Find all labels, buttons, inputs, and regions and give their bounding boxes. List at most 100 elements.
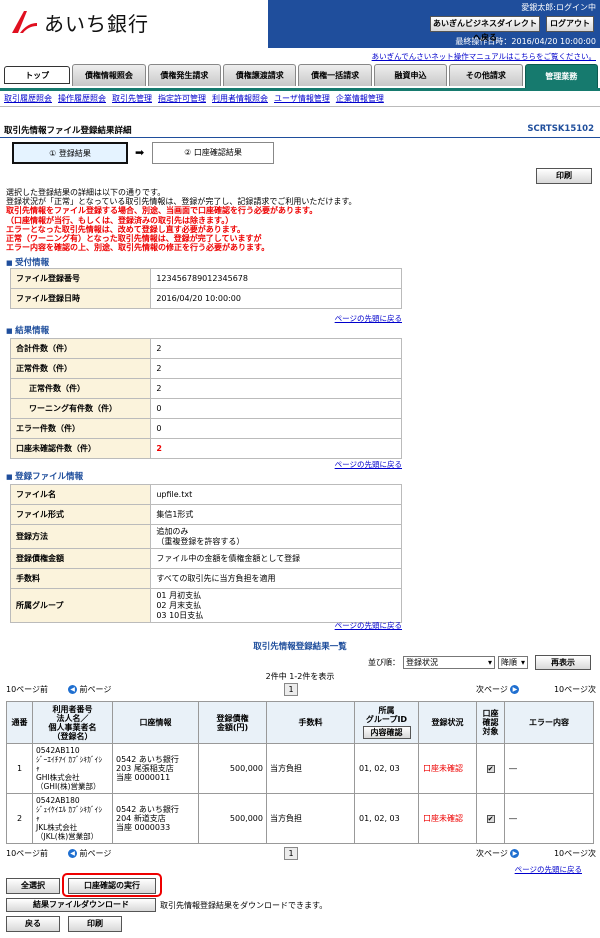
next-page-link[interactable]: 次ページ — [476, 849, 508, 858]
value-amount: ファイル中の金額を債権金額として登録 — [150, 548, 402, 569]
warning-line: エラー内容を確認の上、別途、取引先情報の修正を行う必要があります。 — [6, 243, 270, 253]
account: 当座 0000033 — [116, 823, 171, 832]
subnav-partner-management[interactable]: 取引先管理 — [112, 93, 152, 104]
tab-inquiry[interactable]: 債権情報照会 — [72, 64, 146, 86]
label-file-name: ファイル名 — [9, 484, 152, 505]
label-total: 合計件数（件） — [9, 338, 152, 359]
prev-page-link[interactable]: 前ページ — [80, 849, 112, 858]
value-file-format: 集信1形式 — [150, 504, 402, 525]
label-error: エラー件数（件） — [9, 418, 152, 439]
page-1-button[interactable]: 1 — [284, 847, 298, 860]
account-check-checkbox[interactable]: ✔ — [486, 765, 495, 773]
value-total: 2 — [150, 338, 402, 359]
resort-button[interactable]: 再表示 — [535, 655, 591, 670]
account: 当座 0000011 — [116, 773, 171, 782]
download-result-file-button[interactable]: 結果ファイルダウンロード — [6, 898, 156, 912]
intro-line: 選択した登録結果の詳細は以下の通りです。 — [6, 188, 166, 197]
next-page-icon[interactable]: ▶ — [510, 685, 520, 694]
subnav-user-management[interactable]: ユーザ情報管理 — [274, 93, 330, 104]
next-10-pages[interactable]: 10ページ次 — [554, 684, 596, 695]
company-name: JKL株式会社 — [36, 823, 78, 832]
prev-10-pages[interactable]: 10ページ前 — [6, 848, 48, 859]
manual-link[interactable]: あいぎんでんさいネット操作マニュアルはこちらをご覧ください。 — [372, 51, 596, 62]
row-no: 1 — [6, 743, 33, 794]
section-title: 登録ファイル情報 — [6, 472, 83, 482]
tab-issue[interactable]: 債権発生請求 — [147, 64, 222, 86]
value-group: 01 月初支払 — [156, 590, 202, 600]
label-register-method: 登録方法 — [9, 524, 152, 549]
tab-transfer[interactable]: 債権譲渡請求 — [223, 64, 297, 86]
subnav-operation-history[interactable]: 操作履歴照会 — [58, 93, 106, 104]
tab-finance[interactable]: 融資申込 — [373, 64, 448, 86]
kana-name: ｼﾞｪｲｹｲｴﾙ ｶﾌﾞｼｷｶﾞｲｼ — [36, 805, 103, 814]
back-to-direct-button[interactable]: あいぎんビジネスダイレクトへ戻る — [430, 16, 540, 42]
table-row: 2 0542AB180 ｼﾞｪｲｹｲｴﾙ ｶﾌﾞｼｷｶﾞｲｼｬ JKL株式会社 （JK… — [6, 793, 594, 844]
value-error: 0 — [150, 418, 402, 439]
value-register-method-note: （重複登録を許容する） — [156, 536, 245, 546]
title-divider — [0, 137, 600, 138]
next-page-icon[interactable]: ▶ — [510, 849, 520, 858]
main-tabs: トップ 債権情報照会 債権発生請求 債権譲渡請求 債権一括請求 融資申込 その他… — [4, 64, 600, 88]
tab-bulk[interactable]: 債権一括請求 — [298, 64, 372, 86]
bank-name: あいち銀行 — [44, 11, 149, 36]
amount: 500,000 — [198, 793, 267, 844]
bank: 0542 あいち銀行 — [116, 755, 179, 764]
error: ― — [504, 793, 594, 844]
group-detail-button[interactable]: 内容確認 — [362, 726, 411, 739]
sort-select[interactable]: 登録状況 ▾ — [403, 656, 495, 669]
account-check-checkbox[interactable]: ✔ — [486, 815, 495, 823]
order-select[interactable]: 降順 ▾ — [498, 656, 528, 669]
chevron-down-icon: ▾ — [520, 658, 525, 667]
print-button-bottom[interactable]: 印刷 — [68, 916, 122, 932]
branch: 204 新道支店 — [116, 814, 166, 823]
error: ― — [504, 743, 594, 794]
value-warning: 0 — [150, 398, 402, 419]
back-button[interactable]: 戻る — [6, 916, 60, 932]
header: あいち銀行 愛銀太郎:ログイン中 最終操作日時：2016/04/20 10:00… — [0, 0, 600, 62]
prev-page-icon[interactable]: ◀ — [68, 685, 77, 694]
prev-page-link[interactable]: 前ページ — [80, 685, 112, 694]
page-top-link[interactable]: ページの先頭に戻る — [335, 313, 402, 324]
bank-logo: あいち銀行 — [10, 6, 180, 38]
prev-page-icon[interactable]: ◀ — [68, 849, 77, 858]
page-top-link[interactable]: ページの先頭に戻る — [515, 864, 582, 875]
page-top-link[interactable]: ページの先頭に戻る — [335, 459, 402, 470]
subnav-permission[interactable]: 指定許可管理 — [158, 93, 206, 104]
label-file-format: ファイル形式 — [9, 504, 152, 525]
fee: 当方負担 — [266, 793, 355, 844]
section-receipt: 受付情報 — [6, 256, 49, 268]
step-register-result: ① 登録結果 — [12, 142, 128, 164]
page-top-link[interactable]: ページの先頭に戻る — [335, 620, 402, 631]
value-file-name: upfile.txt — [150, 484, 402, 505]
subnav-company-info[interactable]: 企業情報管理 — [336, 93, 384, 104]
intro-text: 選択した登録結果の詳細は以下の通りです。 登録状況が「正常」となっている取引先情… — [6, 188, 596, 252]
label-file-number: ファイル登録番号 — [9, 268, 152, 289]
download-note: 取引先情報登録結果をダウンロードできます。 — [160, 901, 328, 910]
page-title: 取引先情報ファイル登録結果詳細 — [4, 126, 132, 136]
select-all-button[interactable]: 全選択 — [6, 878, 60, 894]
section-title: 結果情報 — [6, 326, 49, 336]
kana-name: ｬ — [36, 764, 40, 773]
execute-account-check-button[interactable]: 口座確認の実行 — [68, 878, 156, 894]
col-header-check: 口座 確認 対象 — [476, 701, 505, 744]
tab-top[interactable]: トップ — [4, 66, 71, 84]
tab-other[interactable]: その他請求 — [449, 64, 523, 86]
result-count: 2件中 1-2件を表示 — [265, 672, 335, 681]
warning-line: エラーとなった取引先情報は、改めて登録し直す必要があります。 — [6, 224, 245, 234]
section-file: 登録ファイル情報 — [6, 470, 83, 482]
section-result: 結果情報 — [6, 324, 49, 336]
login-user: 愛銀太郎:ログイン中 — [521, 3, 596, 12]
subnav-transaction-history[interactable]: 取引履歴照会 — [4, 93, 52, 104]
next-page-link[interactable]: 次ページ — [476, 685, 508, 694]
value-unconfirmed: 2 — [150, 438, 402, 459]
prev-10-pages[interactable]: 10ページ前 — [6, 684, 48, 695]
subnav-user-info[interactable]: 利用者情報照会 — [212, 93, 268, 104]
table-row: 1 0542AB110 ｼﾞｰｴｲﾁｱｲ ｶﾌﾞｼｷｶﾞｲｼｬ GHI株式会社 （GH… — [6, 743, 594, 794]
page-1-button[interactable]: 1 — [284, 683, 298, 696]
file-table: ファイル名 upfile.txt ファイル形式 集信1形式 登録方法 追加のみ （重複登… — [9, 484, 402, 623]
next-10-pages[interactable]: 10ページ次 — [554, 848, 596, 859]
print-button-top[interactable]: 印刷 — [536, 168, 592, 184]
tab-admin[interactable]: 管理業務 — [524, 64, 598, 88]
logout-button[interactable]: ログアウト — [546, 16, 594, 32]
pagination-bottom: 10ページ前 ◀ 前ページ 1 次ページ ▶ 10ページ次 — [6, 847, 596, 862]
